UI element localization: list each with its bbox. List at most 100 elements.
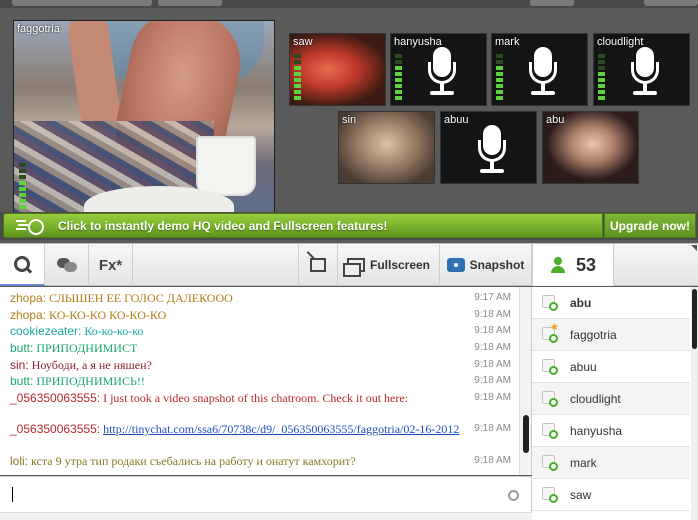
meter-segment — [598, 60, 605, 64]
chat-message: sin: Ноубоди, а я не няшен? 9:18 AM — [10, 358, 515, 372]
chat-log: zhopa: СЛЫШЕН ЕЕ ГОЛОС ДАЛЕКООО 9:17 AM zh… — [0, 287, 532, 475]
chat-message: butt: ПРИПОДНИМИСЬ!! 9:18 AM — [10, 374, 515, 388]
audio-meter — [294, 54, 301, 100]
chat-input[interactable] — [10, 485, 490, 505]
meter-segment — [598, 90, 605, 94]
meter-segment — [395, 54, 402, 58]
main-camera-feed[interactable]: faggotria — [13, 20, 275, 214]
chat-input-area — [0, 476, 532, 512]
hq-demo-button[interactable]: Click to instantly demo HQ video and Ful… — [3, 213, 603, 238]
upgrade-button[interactable]: Upgrade now! — [604, 213, 696, 238]
camera-label: abuu — [444, 114, 469, 126]
meter-segment — [598, 84, 605, 88]
camera-label: sin — [342, 114, 357, 126]
user-name: hanyusha — [570, 423, 623, 438]
user-status-icon — [542, 486, 558, 503]
chat-scrollbar-thumb[interactable] — [523, 415, 529, 453]
fullscreen-button[interactable]: Fullscreen — [338, 244, 440, 286]
camera-tile[interactable]: saw — [289, 33, 386, 106]
audio-meter — [496, 54, 503, 100]
hq-speed-icon — [18, 216, 52, 236]
chat-nick[interactable]: sin: — [10, 358, 29, 372]
chat-toolbar: Fx* Fullscreen Snapshot 53 — [0, 243, 698, 286]
microphone-icon — [628, 47, 662, 99]
top-strip-button[interactable] — [644, 0, 698, 6]
hq-demo-label: Click to instantly demo HQ video and Ful… — [58, 218, 388, 233]
meter-segment — [496, 78, 503, 82]
snapshot-label: Snapshot — [469, 258, 525, 272]
chat-timestamp: 9:18 AM — [474, 309, 511, 320]
camera-tile[interactable]: abuu — [440, 111, 537, 184]
chat-scrollbar[interactable] — [519, 287, 531, 475]
chat-nick[interactable]: loli: — [10, 454, 28, 468]
user-list-item[interactable]: saw — [532, 479, 690, 511]
user-list-item[interactable]: cloudlight — [532, 383, 690, 415]
camera-tile[interactable]: hanyusha — [390, 33, 487, 106]
user-list-tab[interactable]: 53 — [532, 244, 614, 286]
user-list-scrollbar-thumb[interactable] — [692, 289, 697, 349]
cam-image — [196, 136, 256, 196]
chat-timestamp: 9:18 AM — [474, 375, 511, 386]
chat-nick[interactable]: zhopa: — [10, 291, 46, 305]
user-list-item[interactable]: mark — [532, 447, 690, 479]
zoom-button[interactable] — [0, 244, 45, 286]
meter-segment — [598, 54, 605, 58]
chat-nick[interactable]: _056350063555: — [10, 422, 100, 436]
user-list: abu ★ faggotria abuu cloudlight hanyusha mark s… — [532, 287, 698, 520]
chat-text: кста 9 утра тип родаки съебались на рабо… — [28, 454, 356, 468]
chat-timestamp: 9:18 AM — [474, 359, 511, 370]
user-status-icon — [542, 358, 558, 375]
meter-segment — [19, 193, 26, 197]
chat-timestamp: 9:18 AM — [474, 455, 511, 466]
corner-arrow-icon — [691, 245, 697, 251]
meter-segment — [19, 163, 26, 167]
top-strip-button[interactable] — [530, 0, 574, 6]
user-list-item[interactable]: ★ faggotria — [532, 319, 690, 351]
user-name: faggotria — [570, 327, 617, 342]
tinychat-window: faggotria saw hanyusha mark cloudlight sin ab… — [0, 0, 698, 520]
meter-segment — [19, 187, 26, 191]
user-list-item[interactable]: hanyusha — [532, 415, 690, 447]
camera-tile[interactable]: mark — [491, 33, 588, 106]
camera-label: faggotria — [17, 23, 60, 35]
camera-tile[interactable]: cloudlight — [593, 33, 690, 106]
snapshot-link[interactable]: http://tinychat.com/ssa6/70738c/d9/_0563… — [103, 422, 459, 436]
meter-segment — [496, 90, 503, 94]
camera-tile[interactable]: abu — [542, 111, 639, 184]
chat-bubbles-icon — [56, 258, 77, 272]
meter-segment — [294, 78, 301, 82]
user-status-icon — [542, 422, 558, 439]
meter-segment — [395, 72, 402, 76]
user-list-scrollbar[interactable] — [691, 287, 698, 520]
user-list-item[interactable]: abuu — [532, 351, 690, 383]
effects-button[interactable]: Fx* — [89, 244, 133, 286]
chat-text: ПРИПОДНИМИСТ — [33, 341, 138, 355]
popout-button[interactable] — [298, 244, 338, 286]
meter-segment — [496, 96, 503, 100]
chat-nick[interactable]: zhopa: — [10, 308, 46, 322]
chat-nick[interactable]: butt: — [10, 341, 33, 355]
meter-segment — [294, 60, 301, 64]
chat-nick[interactable]: _056350063555: — [10, 391, 100, 405]
chat-nick[interactable]: cookiezeater: — [10, 324, 81, 338]
meter-segment — [19, 199, 26, 203]
popout-icon — [310, 258, 326, 272]
meter-segment — [496, 60, 503, 64]
meter-segment — [496, 84, 503, 88]
top-strip-button[interactable] — [12, 0, 152, 6]
meter-segment — [395, 60, 402, 64]
chat-message: _056350063555: http://tinychat.com/ssa6/… — [10, 422, 515, 436]
top-strip-button[interactable] — [158, 0, 222, 6]
audio-meter — [395, 54, 402, 100]
send-icon[interactable] — [508, 490, 519, 501]
private-chat-button[interactable] — [45, 244, 89, 286]
user-icon — [550, 257, 566, 273]
user-name: mark — [570, 455, 597, 470]
camera-tile[interactable]: sin — [338, 111, 435, 184]
snapshot-button[interactable]: Snapshot — [440, 244, 532, 286]
user-name: abuu — [570, 359, 597, 374]
camera-label: hanyusha — [394, 36, 442, 48]
user-status-icon — [542, 390, 558, 407]
chat-nick[interactable]: butt: — [10, 374, 33, 388]
user-list-item[interactable]: abu — [532, 287, 690, 319]
